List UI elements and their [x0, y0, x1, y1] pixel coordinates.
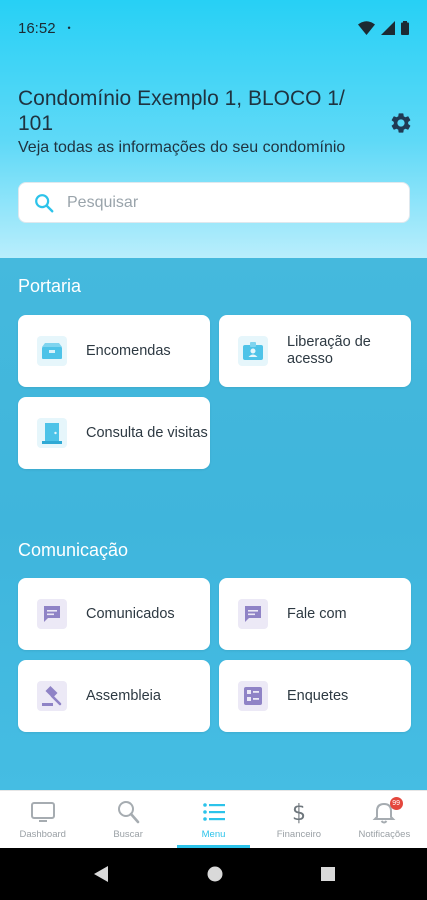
message-icon [37, 599, 67, 629]
card-label: Comunicados [86, 605, 175, 622]
battery-icon [401, 21, 409, 35]
nav-label: Menu [201, 829, 226, 840]
message-icon [238, 599, 268, 629]
nav-item-menu[interactable]: Menu [171, 791, 256, 848]
nav-item-notificacoes[interactable]: 99 Notificações [342, 791, 427, 848]
search-icon [118, 801, 140, 824]
door-icon [37, 418, 67, 448]
page-subtitle: Veja todas as informações do seu condomí… [18, 139, 346, 156]
wifi-icon [358, 21, 375, 35]
search-placeholder: Pesquisar [67, 193, 139, 211]
menu-content: Portaria Encomendas Liberação de acesso … [0, 258, 427, 790]
status-time: 16:52 [18, 19, 56, 37]
gavel-icon [37, 681, 67, 711]
menu-card-fale-com[interactable]: Fale com [219, 578, 411, 650]
card-label: Encomendas [86, 342, 171, 359]
monitor-icon [30, 802, 55, 822]
page-title: Condomínio Exemplo 1, BLOCO 1/ 101 [18, 87, 345, 135]
card-label: Fale com [287, 605, 347, 622]
badge-icon [238, 336, 268, 366]
menu-card-assembleia[interactable]: Assembleia [18, 660, 210, 732]
menu-card-enquetes[interactable]: Enquetes [219, 660, 411, 732]
android-nav-bar [0, 848, 427, 900]
card-label: Enquetes [287, 687, 349, 704]
section-title-comunicacao: Comunicação [18, 540, 129, 560]
menu-card-consulta-visitas[interactable]: Consulta de visitas [18, 397, 210, 469]
notification-badge: 99 [389, 797, 403, 810]
status-bar: 16:52 • [0, 0, 427, 56]
status-icons [358, 21, 409, 35]
menu-card-comunicados[interactable]: Comunicados [18, 578, 210, 650]
svg-text:$: $ [292, 801, 306, 826]
menu-card-encomendas[interactable]: Encomendas [18, 315, 210, 387]
nav-label: Financeiro [276, 829, 322, 840]
card-label: Assembleia [86, 687, 161, 704]
signal-icon [381, 21, 395, 35]
home-icon[interactable] [207, 866, 223, 882]
search-input[interactable]: Pesquisar [18, 182, 410, 223]
gear-icon[interactable] [389, 111, 413, 135]
section-title-portaria: Portaria [18, 276, 82, 296]
bottom-nav: Dashboard Buscar Menu $ Financeiro 99 No… [0, 790, 427, 848]
nav-item-dashboard[interactable]: Dashboard [0, 791, 85, 848]
nav-item-financeiro[interactable]: $ Financeiro [256, 791, 341, 848]
poll-icon [238, 681, 268, 711]
package-icon [37, 336, 67, 366]
search-icon [35, 193, 54, 212]
list-icon [202, 803, 225, 821]
nav-label: Buscar [113, 829, 143, 840]
nav-label: Notificações [358, 829, 411, 840]
status-dot: • [67, 23, 71, 33]
card-label: Liberação de acesso [287, 334, 371, 367]
nav-label: Dashboard [19, 829, 66, 840]
recents-icon[interactable] [320, 867, 335, 881]
card-label: Consulta de visitas [86, 424, 208, 441]
nav-item-buscar[interactable]: Buscar [85, 791, 170, 848]
dollar-icon: $ [292, 801, 306, 826]
header: 16:52 • Condomínio Exemplo 1, BLOCO 1/ 1… [0, 0, 427, 258]
menu-card-liberacao-acesso[interactable]: Liberação de acesso [219, 315, 411, 387]
back-icon[interactable] [93, 865, 109, 883]
